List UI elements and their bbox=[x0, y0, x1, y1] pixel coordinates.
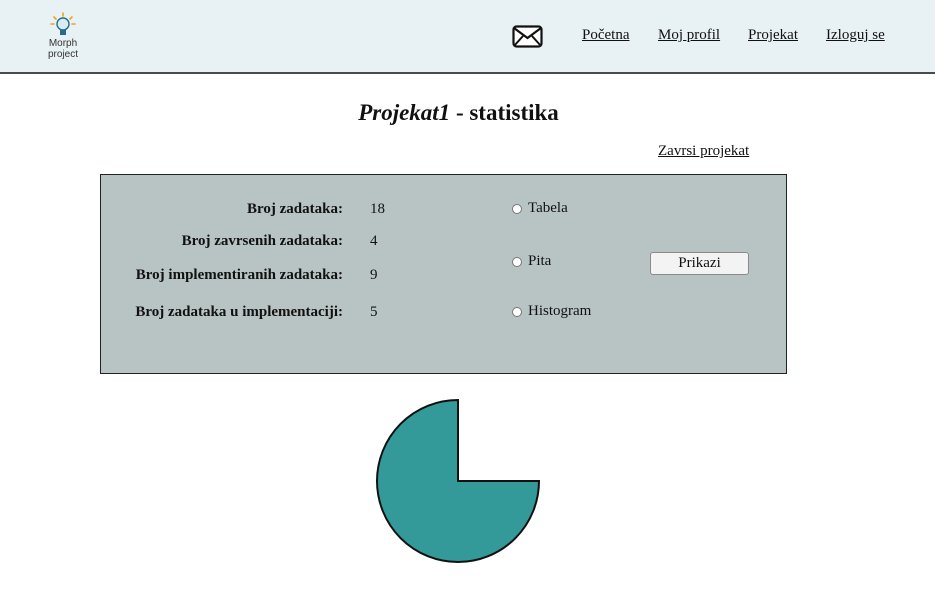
radio-option-histogram[interactable]: Histogram bbox=[512, 303, 591, 320]
stat-value-implemented: 9 bbox=[370, 267, 378, 283]
nav-pocetna[interactable]: Početna bbox=[582, 27, 629, 44]
radio-label: Tabela bbox=[528, 200, 568, 216]
stat-label-implemented: Broj implementiranih zadataka: bbox=[135, 267, 343, 283]
radio-option-tabela[interactable]: Tabela bbox=[512, 200, 568, 217]
project-name: Projekat1 bbox=[358, 100, 451, 125]
finish-project-link[interactable]: Zavrsi projekat bbox=[658, 143, 749, 160]
stat-value-in-implementation: 5 bbox=[370, 304, 378, 320]
logo-text-line1: Morph bbox=[48, 38, 78, 49]
show-button[interactable]: Prikazi bbox=[650, 252, 749, 275]
stat-label-finished: Broj zavrsenih zadataka: bbox=[181, 233, 343, 249]
logo[interactable]: Morph project bbox=[40, 12, 86, 64]
stat-value-total: 18 bbox=[370, 201, 385, 217]
radio-button[interactable] bbox=[512, 203, 522, 214]
top-navbar: Morph project Početna Moj profil Projeka… bbox=[0, 0, 935, 74]
stat-value-finished: 4 bbox=[370, 233, 378, 249]
radio-option-pita[interactable]: Pita bbox=[512, 253, 551, 270]
stats-panel: Broj zadataka: 18 Broj zavrsenih zadatak… bbox=[100, 174, 787, 374]
nav-moj-profil[interactable]: Moj profil bbox=[658, 27, 720, 44]
radio-button[interactable] bbox=[512, 256, 522, 267]
lightbulb-icon bbox=[50, 12, 76, 35]
logo-text-line2: project bbox=[47, 49, 78, 60]
page-title: Projekat1 - statistika bbox=[0, 100, 917, 126]
stat-label-in-implementation: Broj zadataka u implementaciji: bbox=[135, 304, 343, 320]
nav-projekat[interactable]: Projekat bbox=[748, 27, 798, 44]
pie-chart bbox=[376, 398, 541, 563]
pie-slice-0 bbox=[376, 398, 541, 563]
title-suffix: - statistika bbox=[450, 100, 559, 125]
mail-icon[interactable] bbox=[512, 25, 543, 48]
radio-label: Pita bbox=[528, 253, 552, 269]
nav-izloguj-se[interactable]: Izloguj se bbox=[826, 27, 885, 44]
stat-label-total: Broj zadataka: bbox=[247, 201, 343, 217]
radio-label: Histogram bbox=[528, 303, 592, 319]
radio-button[interactable] bbox=[512, 306, 522, 317]
